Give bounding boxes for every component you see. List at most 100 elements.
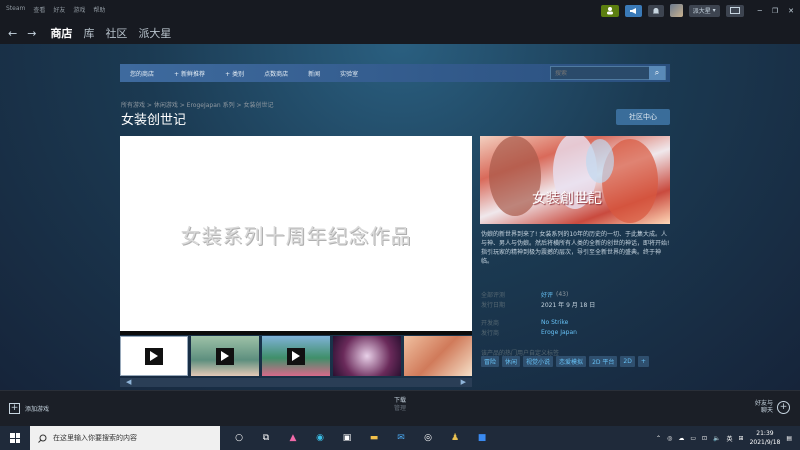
subnav-points-shop[interactable]: 点数商店	[254, 69, 298, 78]
menu-help[interactable]: 帮助	[93, 5, 105, 14]
store-page: 您的商店 新鲜推荐 类别 点数商店 新闻 实验室 ⌕ 所有游戏 > 休闲游戏 >…	[0, 44, 800, 390]
announcement-button[interactable]	[624, 4, 642, 17]
edge-icon[interactable]: ◉	[313, 432, 327, 444]
downloads-button[interactable]: 下载 管理	[380, 397, 420, 413]
tag-2d-platformer[interactable]: 2D 平台	[589, 356, 618, 367]
downloads-label: 下载	[393, 397, 406, 404]
play-icon	[216, 347, 234, 365]
task-view-icon[interactable]: ⧉	[259, 432, 273, 444]
search-input[interactable]	[551, 69, 649, 77]
tray-steam-icon[interactable]: ◎	[667, 435, 672, 442]
video-player[interactable]: 女装系列十周年纪念作品	[120, 136, 472, 333]
notification-icon[interactable]: ▤	[786, 435, 792, 442]
subnav-new-noteworthy[interactable]: 新鲜推荐	[164, 69, 215, 78]
developer-link[interactable]: No Strike	[541, 319, 568, 326]
tab-store[interactable]: 商店	[50, 25, 72, 41]
community-hub-button[interactable]: 社区中心	[616, 109, 670, 125]
start-button[interactable]	[0, 426, 30, 450]
video-control-bar[interactable]	[120, 331, 472, 335]
taskbar-search[interactable]: 在这里输入你要搜索的内容	[30, 426, 220, 450]
file-explorer-icon[interactable]: ▬	[367, 432, 381, 444]
menu-steam[interactable]: Steam	[6, 5, 25, 14]
minimize-icon[interactable]: ─	[758, 7, 762, 15]
release-date: 2021 年 9 月 18 日	[541, 301, 596, 309]
windows-taskbar: 在这里输入你要搜索的内容 ○ ⧉ ▲ ◉ ▣ ▬ ✉ ◎ ♟ ■ ⌃ ◎ ☁ ▭…	[0, 426, 800, 450]
person-icon	[606, 7, 613, 15]
breadcrumb[interactable]: 所有游戏 > 休闲游戏 > ErogeJapan 系列 > 女装创世记	[121, 100, 273, 109]
big-picture-button[interactable]	[725, 4, 744, 17]
scroll-left-icon[interactable]: ◀	[126, 378, 131, 386]
tab-library[interactable]: 库	[83, 25, 94, 41]
tag-visual-novel[interactable]: 视觉小说	[523, 356, 554, 367]
subnav-categories[interactable]: 类别	[215, 69, 254, 78]
friends-chat-label: 好友与 聊天	[755, 400, 773, 414]
tray-cloud-icon[interactable]: ☁	[678, 435, 684, 442]
store-icon[interactable]: ▣	[340, 432, 354, 444]
app-blue-icon[interactable]: ■	[475, 432, 489, 444]
publisher-link[interactable]: Eroge Japan	[541, 329, 577, 336]
thumbnail-video-1[interactable]	[120, 336, 188, 376]
forward-arrow-icon[interactable]: →	[27, 27, 36, 40]
clock[interactable]: 21:39 2021/9/18	[750, 429, 781, 447]
mail-icon[interactable]: ✉	[394, 432, 408, 444]
window-controls: ─ ❐ ✕	[758, 7, 794, 15]
tray-grid-icon[interactable]: ⊞	[739, 435, 744, 442]
friends-chat-button[interactable]: 好友与 聊天 +	[755, 400, 790, 414]
close-icon[interactable]: ✕	[788, 7, 794, 15]
avatar[interactable]	[669, 4, 683, 17]
release-label: 发行日期	[481, 301, 506, 309]
thumbnail-screenshot-1[interactable]	[333, 336, 401, 376]
tray-volume-icon[interactable]: 🔈	[713, 435, 720, 442]
subnav-news[interactable]: 新闻	[298, 69, 330, 78]
thumbnail-video-3[interactable]	[262, 336, 330, 376]
game-meta: 全部评测 好评 (43) 发行日期 2021 年 9 月 18 日 开发商 No…	[481, 289, 671, 337]
reviews-row: 全部评测 好评 (43)	[481, 289, 671, 299]
restore-icon[interactable]: ❐	[772, 7, 778, 15]
reviews-value[interactable]: 好评	[541, 290, 553, 299]
bell-icon	[652, 7, 659, 13]
taskbar-search-placeholder: 在这里输入你要搜索的内容	[53, 434, 137, 442]
menu-games[interactable]: 游戏	[73, 5, 85, 14]
scroll-right-icon[interactable]: ▶	[461, 378, 466, 386]
steam-title-bar: Steam 查看 好友 游戏 帮助 派大星 ▾ ─ ❐ ✕	[0, 0, 800, 22]
account-menu[interactable]: 派大星 ▾	[688, 4, 720, 17]
tab-profile[interactable]: 派大星	[138, 25, 171, 41]
clock-time: 21:39	[756, 430, 774, 437]
tag-more[interactable]: +	[637, 356, 649, 367]
thumbnail-screenshot-2[interactable]	[404, 336, 472, 376]
menu-view[interactable]: 查看	[33, 5, 45, 14]
tray-chevron-up-icon[interactable]: ⌃	[656, 435, 661, 442]
input-language[interactable]: 英	[727, 434, 733, 443]
subnav-your-store[interactable]: 您的商店	[120, 69, 164, 78]
tab-community[interactable]: 社区	[105, 25, 127, 41]
add-game-label: 添加游戏	[25, 406, 50, 413]
tray-network-icon[interactable]: ⊡	[702, 435, 707, 442]
screen-icon	[729, 7, 740, 14]
notifications-button[interactable]	[647, 4, 664, 17]
store-search: ⌕	[550, 66, 666, 80]
add-friend-button[interactable]	[600, 4, 619, 17]
search-icon	[38, 434, 47, 443]
history-arrows: ← →	[8, 27, 36, 40]
search-icon[interactable]: ⌕	[649, 66, 665, 80]
tag-2d[interactable]: 2D	[620, 356, 635, 367]
capsule-art	[489, 136, 658, 223]
steam-icon[interactable]: ◎	[421, 432, 435, 444]
system-right-controls: 派大星 ▾ ─ ❐ ✕	[600, 4, 794, 17]
app-figure-icon[interactable]: ♟	[448, 432, 462, 444]
thumbnail-video-2[interactable]	[191, 336, 259, 376]
tag-dating-sim[interactable]: 恋爱模拟	[556, 356, 587, 367]
back-arrow-icon[interactable]: ←	[8, 27, 17, 40]
tag-adventure[interactable]: 冒险	[481, 356, 500, 367]
thumbnail-scrollbar[interactable]: ◀ ▶	[120, 378, 472, 387]
tray-battery-icon[interactable]: ▭	[690, 435, 696, 442]
tag-casual[interactable]: 休闲	[502, 356, 521, 367]
taskbar-apps: ○ ⧉ ▲ ◉ ▣ ▬ ✉ ◎ ♟ ■	[232, 432, 489, 444]
menu-friends[interactable]: 好友	[53, 5, 65, 14]
subnav-labs[interactable]: 实验室	[330, 69, 368, 78]
release-row: 发行日期 2021 年 9 月 18 日	[481, 299, 671, 309]
add-game-button[interactable]: + 添加游戏	[9, 403, 49, 414]
app-launcher-icon[interactable]: ▲	[286, 432, 300, 444]
cortana-icon[interactable]: ○	[232, 432, 246, 444]
media-thumbnails	[120, 336, 472, 376]
